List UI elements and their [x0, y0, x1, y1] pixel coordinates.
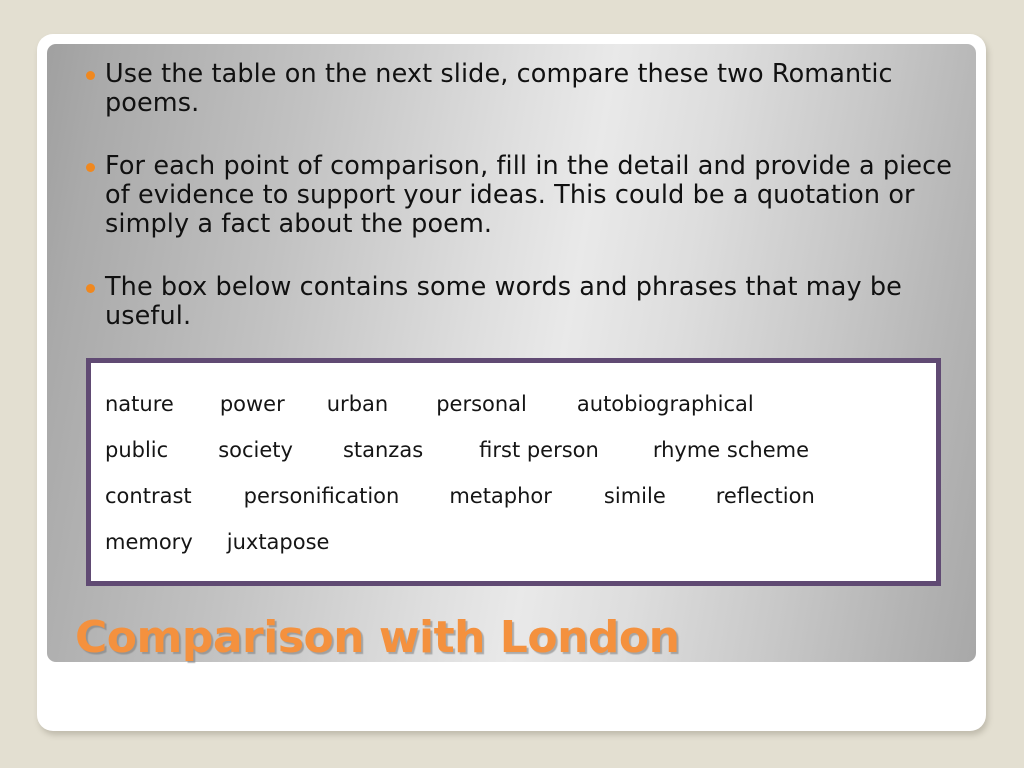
- word-bank-item: simile: [603, 484, 666, 508]
- bullet-dot-icon: [86, 284, 95, 293]
- word-bank-item: first person: [479, 438, 599, 462]
- word-bank-item: personification: [243, 484, 400, 508]
- word-bank-row: nature power urban personal autobiographical: [105, 381, 922, 427]
- word-bank-row: public society stanzas first person rhyme sc…: [105, 427, 922, 473]
- page-title: Comparison with London: [75, 612, 680, 663]
- word-bank-item: contrast: [105, 484, 192, 508]
- bullet-list: Use the table on the next slide, compare…: [67, 60, 972, 331]
- bullet-item: For each point of comparison, fill in th…: [67, 152, 972, 239]
- word-bank-item: personal: [436, 392, 527, 416]
- word-bank-item: stanzas: [342, 438, 424, 462]
- word-bank-item: reflection: [715, 484, 815, 508]
- bullet-item: Use the table on the next slide, compare…: [67, 60, 972, 118]
- word-bank-item: urban: [326, 392, 389, 416]
- word-bank-item: metaphor: [449, 484, 552, 508]
- word-bank-box: nature power urban personal autobiographical…: [86, 358, 941, 586]
- word-bank-rows: nature power urban personal autobiographical…: [91, 363, 936, 565]
- word-bank-item: society: [218, 438, 293, 462]
- word-bank-item: juxtapose: [226, 530, 330, 554]
- word-bank-item: rhyme scheme: [652, 438, 809, 462]
- slide-content-panel: Use the table on the next slide, compare…: [47, 44, 976, 662]
- bullet-text: Use the table on the next slide, compare…: [105, 59, 893, 118]
- slide-stage: Use the table on the next slide, compare…: [0, 0, 1024, 768]
- bullet-text: For each point of comparison, fill in th…: [105, 151, 953, 239]
- word-bank-item: memory: [105, 530, 193, 554]
- word-bank-row: contrast personification metaphor simile ref…: [105, 473, 922, 519]
- bullet-item: The box below contains some words and ph…: [67, 273, 972, 331]
- word-bank-row: memory juxtapose: [105, 519, 922, 565]
- word-bank-item: power: [219, 392, 285, 416]
- word-bank-item: autobiographical: [576, 392, 754, 416]
- word-bank-item: public: [105, 438, 169, 462]
- bullet-dot-icon: [86, 71, 95, 80]
- bullet-text: The box below contains some words and ph…: [105, 272, 902, 331]
- bullet-dot-icon: [86, 163, 95, 172]
- word-bank-item: nature: [105, 392, 174, 416]
